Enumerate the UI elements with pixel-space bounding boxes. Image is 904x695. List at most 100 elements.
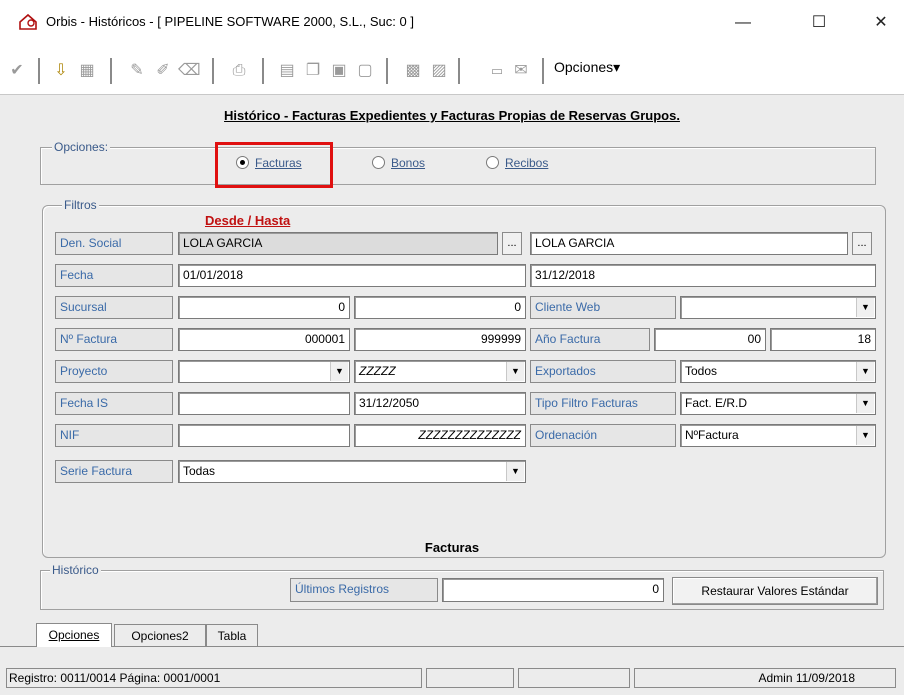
toolbar-separator bbox=[386, 58, 388, 84]
checkmark-icon[interactable]: ✔ bbox=[6, 60, 28, 82]
toolbar: ✔ ⇩ ▦ ✎ ✐ ⌫ ⎙ ▤ ❐ ▣ ▢ ▩ ▨ ▭ ✉ bbox=[0, 44, 904, 94]
list-icon[interactable]: ▣ bbox=[328, 60, 350, 82]
exportados-label: Exportados bbox=[530, 360, 676, 383]
tab-tabla[interactable]: Tabla bbox=[206, 624, 258, 646]
clear-icon[interactable]: ⌫ bbox=[178, 60, 201, 82]
nif-from-input[interactable] bbox=[178, 424, 350, 447]
den-social-from-lookup-button[interactable]: ... bbox=[502, 232, 522, 255]
maximize-button[interactable]: ☐ bbox=[796, 6, 842, 40]
serie-factura-select[interactable]: Todas ▼ bbox=[178, 460, 526, 483]
cliente-web-select[interactable]: ▼ bbox=[680, 296, 876, 319]
tab-opciones2[interactable]: Opciones2 bbox=[114, 624, 206, 646]
den-social-to-lookup-button[interactable]: ... bbox=[852, 232, 872, 255]
toolbar-separator bbox=[212, 58, 214, 84]
tab-tabla-label: Tabla bbox=[217, 629, 247, 643]
status-registro: Registro: 0011/0014 Página: 0001/0001 bbox=[6, 668, 422, 688]
export-icon[interactable]: ▨ bbox=[428, 60, 450, 82]
fecha-is-to-input[interactable]: 31/12/2050 bbox=[354, 392, 526, 415]
facturas-section-title: Facturas bbox=[424, 540, 480, 555]
minimize-button[interactable]: — bbox=[720, 6, 766, 40]
sucursal-to-input[interactable]: 0 bbox=[354, 296, 526, 319]
fecha-is-label: Fecha IS bbox=[55, 392, 173, 415]
tipo-filtro-select[interactable]: Fact. E/R.D ▼ bbox=[680, 392, 876, 415]
fecha-from-input[interactable]: 01/01/2018 bbox=[178, 264, 526, 287]
toolbar-separator bbox=[542, 58, 544, 84]
status-cell-2 bbox=[426, 668, 514, 688]
database-icon[interactable]: ▦ bbox=[76, 60, 98, 82]
anio-factura-label: Año Factura bbox=[530, 328, 650, 351]
copy-icon[interactable]: ❐ bbox=[302, 60, 324, 82]
ultimos-registros-label: Últimos Registros bbox=[290, 578, 438, 602]
chevron-down-icon[interactable]: ▼ bbox=[856, 298, 874, 317]
tipo-filtro-value: Fact. E/R.D bbox=[685, 396, 748, 410]
fecha-to-input[interactable]: 31/12/2018 bbox=[530, 264, 876, 287]
toolbar-separator bbox=[38, 58, 40, 84]
cliente-web-label: Cliente Web bbox=[530, 296, 676, 319]
tab-opciones2-label: Opciones2 bbox=[131, 629, 189, 643]
import-icon[interactable]: ⇩ bbox=[50, 60, 72, 82]
fax-icon[interactable]: ▭ bbox=[486, 60, 508, 82]
proyecto-to-select[interactable]: ZZZZZ ▼ bbox=[354, 360, 526, 383]
edit-icon[interactable]: ✐ bbox=[152, 60, 174, 82]
range-caption: Desde / Hasta bbox=[205, 213, 291, 228]
opciones-menu[interactable]: Opciones▾ bbox=[554, 59, 620, 76]
opciones-group-label: Opciones: bbox=[52, 140, 111, 154]
proyecto-to-value: ZZZZZ bbox=[359, 364, 396, 378]
pencil-icon[interactable]: ✎ bbox=[126, 60, 148, 82]
chevron-down-icon[interactable]: ▼ bbox=[506, 362, 524, 381]
n-factura-to-input[interactable]: 999999 bbox=[354, 328, 526, 351]
print-icon[interactable]: ⎙ bbox=[228, 60, 250, 82]
filtros-group-label: Filtros bbox=[62, 198, 99, 212]
exportados-value: Todos bbox=[685, 364, 718, 378]
sucursal-from-input[interactable]: 0 bbox=[178, 296, 350, 319]
radio-bonos[interactable]: Bonos bbox=[372, 156, 425, 170]
page-icon[interactable]: ▢ bbox=[354, 60, 376, 82]
close-button[interactable]: ✕ bbox=[858, 6, 904, 40]
window-title: Orbis - Históricos - [ PIPELINE SOFTWARE… bbox=[46, 14, 414, 29]
ultimos-registros-input[interactable]: 0 bbox=[442, 578, 664, 602]
radio-recibos-label: Recibos bbox=[505, 156, 549, 170]
chevron-down-icon[interactable]: ▼ bbox=[856, 426, 874, 445]
title-bar: Orbis - Históricos - [ PIPELINE SOFTWARE… bbox=[0, 0, 904, 44]
radio-recibos[interactable]: Recibos bbox=[486, 156, 548, 170]
den-social-to-input[interactable]: LOLA GARCIA bbox=[530, 232, 848, 255]
toolbar-separator bbox=[458, 58, 460, 84]
serie-factura-label: Serie Factura bbox=[55, 460, 173, 483]
highlight-box bbox=[215, 142, 333, 188]
toolbar-separator bbox=[110, 58, 112, 84]
n-factura-label: Nº Factura bbox=[55, 328, 173, 351]
ordenacion-label: Ordenación bbox=[530, 424, 676, 447]
ordenacion-value: NºFactura bbox=[685, 428, 739, 442]
tab-opciones[interactable]: Opciones bbox=[36, 623, 112, 647]
app-icon bbox=[18, 13, 38, 31]
chevron-down-icon[interactable]: ▼ bbox=[330, 362, 348, 381]
n-factura-from-input[interactable]: 000001 bbox=[178, 328, 350, 351]
document-icon[interactable]: ▤ bbox=[276, 60, 298, 82]
status-user-date: Admin 11/09/2018 bbox=[634, 668, 896, 688]
mail-icon[interactable]: ✉ bbox=[510, 60, 532, 82]
proyecto-label: Proyecto bbox=[55, 360, 173, 383]
nif-label: NIF bbox=[55, 424, 173, 447]
fecha-is-from-input[interactable] bbox=[178, 392, 350, 415]
tab-opciones-label: Opciones bbox=[48, 628, 100, 642]
page-title: Histórico - Facturas Expedientes y Factu… bbox=[224, 108, 680, 123]
anio-factura-to-input[interactable]: 18 bbox=[770, 328, 876, 351]
den-social-label: Den. Social bbox=[55, 232, 173, 255]
report-icon[interactable]: ▩ bbox=[402, 60, 424, 82]
exportados-select[interactable]: Todos ▼ bbox=[680, 360, 876, 383]
historico-group-label: Histórico bbox=[50, 563, 101, 577]
chevron-down-icon[interactable]: ▼ bbox=[506, 462, 524, 481]
proyecto-from-select[interactable]: ▼ bbox=[178, 360, 350, 383]
den-social-from-input[interactable]: LOLA GARCIA bbox=[178, 232, 498, 255]
chevron-down-icon[interactable]: ▼ bbox=[856, 362, 874, 381]
ordenacion-select[interactable]: NºFactura ▼ bbox=[680, 424, 876, 447]
serie-factura-value: Todas bbox=[183, 464, 216, 478]
anio-factura-from-input[interactable]: 00 bbox=[654, 328, 766, 351]
chevron-down-icon[interactable]: ▼ bbox=[856, 394, 874, 413]
sucursal-label: Sucursal bbox=[55, 296, 173, 319]
fecha-label: Fecha bbox=[55, 264, 173, 287]
nif-to-input[interactable]: ZZZZZZZZZZZZZZ bbox=[354, 424, 526, 447]
status-cell-3 bbox=[518, 668, 630, 688]
restaurar-valores-button[interactable]: Restaurar Valores Estándar bbox=[672, 577, 878, 605]
toolbar-separator bbox=[262, 58, 264, 84]
